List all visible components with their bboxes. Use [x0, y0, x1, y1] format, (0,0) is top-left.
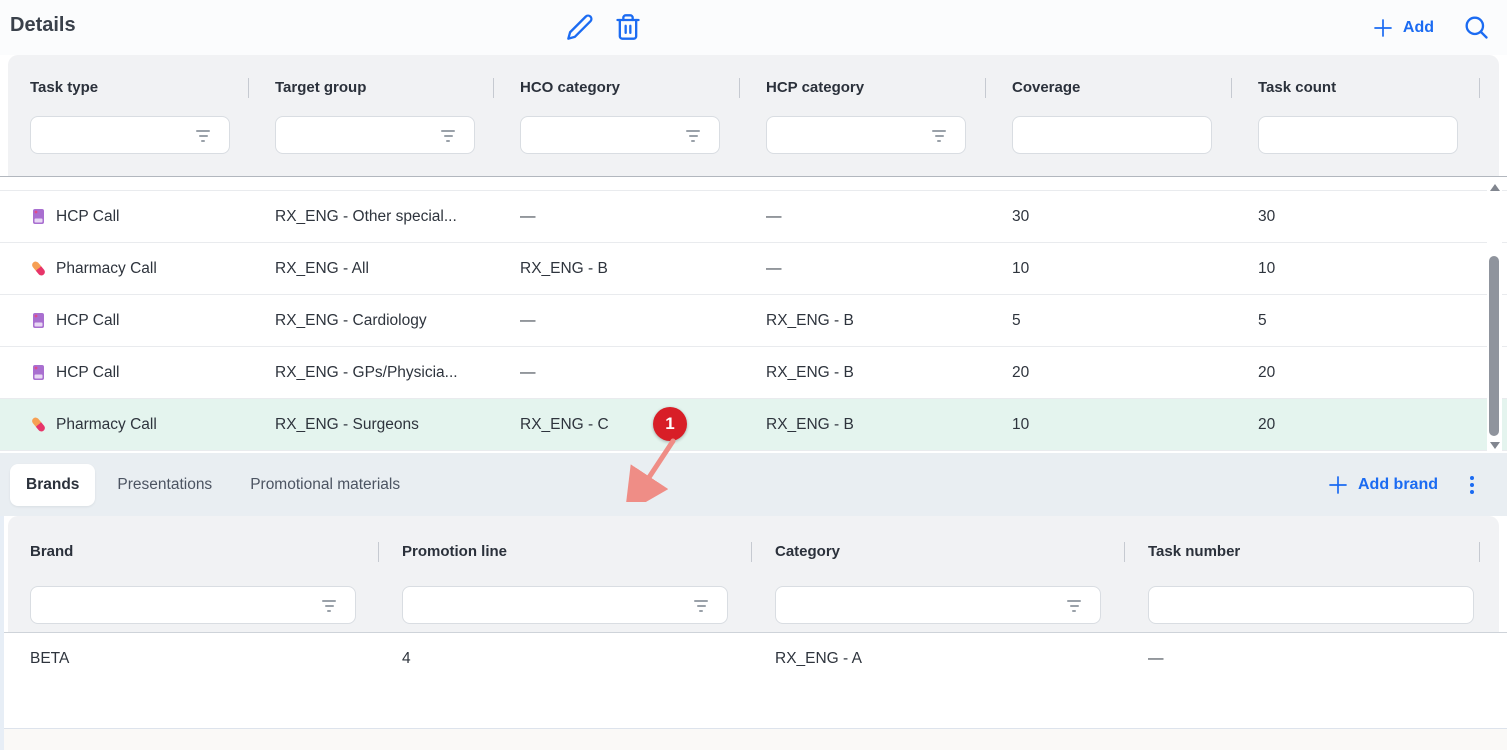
column-header-promotion-line: Promotion line: [402, 542, 775, 562]
scroll-down-arrow-icon[interactable]: [1490, 442, 1500, 449]
scroll-up-arrow-icon[interactable]: [1490, 184, 1500, 191]
column-header-task-type: Task type: [30, 78, 275, 98]
filter-icon[interactable]: [694, 600, 708, 612]
pencil-icon: [566, 29, 594, 44]
hcp-category-cell: —: [766, 260, 1012, 278]
column-header-hcp-category: HCP category: [766, 78, 1012, 98]
add-button[interactable]: Add: [1371, 0, 1434, 55]
tab-brands[interactable]: Brands: [10, 464, 95, 506]
column-header-task-number: Task number: [1148, 542, 1499, 562]
hcp-call-icon: [30, 208, 47, 225]
annotation-arrow-icon: [618, 436, 690, 502]
trash-icon: [614, 29, 642, 44]
target-group-cell: RX_ENG - Other special...: [275, 208, 520, 226]
bottom-strip: [0, 729, 1507, 750]
column-header-hco-category: HCO category: [520, 78, 766, 98]
hco-category-cell: —: [520, 364, 766, 382]
task-count-cell: 5: [1258, 312, 1487, 330]
page-title: Details: [10, 14, 76, 37]
column-header-task-count: Task count: [1258, 78, 1499, 98]
coverage-cell: 5: [1012, 312, 1258, 330]
table-row[interactable]: BETA 4 RX_ENG - A —: [0, 633, 1507, 685]
filter-input-task-number[interactable]: [1148, 586, 1474, 624]
filter-icon[interactable]: [441, 130, 455, 142]
search-icon: [1462, 29, 1490, 44]
hco-category-cell: RX_ENG - B: [520, 260, 766, 278]
coverage-cell: 10: [1012, 260, 1258, 278]
tab-promotional-materials[interactable]: Promotional materials: [234, 464, 416, 506]
task-type-label: Pharmacy Call: [56, 260, 157, 278]
hcp-category-cell: RX_ENG - B: [766, 312, 1012, 330]
filter-input-brand[interactable]: [30, 586, 356, 624]
table-row-selected[interactable]: Pharmacy Call RX_ENG - Surgeons RX_ENG -…: [0, 399, 1507, 451]
task-number-cell: —: [1148, 650, 1487, 668]
coverage-cell: 30: [1012, 208, 1258, 226]
table-row[interactable]: HCP Call RX_ENG - GPs/Physicia... — RX_E…: [0, 347, 1507, 399]
hcp-category-cell: RX_ENG - B: [766, 416, 1012, 434]
filter-icon[interactable]: [196, 130, 210, 142]
category-cell: RX_ENG - A: [775, 650, 1148, 668]
filter-icon[interactable]: [932, 130, 946, 142]
hco-category-cell: —: [520, 312, 766, 330]
vertical-scrollbar[interactable]: [1487, 178, 1502, 452]
details-header: Details Add: [0, 0, 1507, 55]
filter-icon[interactable]: [686, 130, 700, 142]
filter-input-task-count[interactable]: [1258, 116, 1458, 154]
task-type-label: HCP Call: [56, 208, 119, 226]
table-row[interactable]: HCP Call RX_ENG - Cardiology — RX_ENG - …: [0, 295, 1507, 347]
table-row-partial[interactable]: Pharmacy Call RX_ENG - All — —: [0, 177, 1507, 191]
target-group-cell: RX_ENG - All: [275, 260, 520, 278]
task-count-cell: 20: [1258, 416, 1487, 434]
plus-icon: [1326, 473, 1350, 497]
pharmacy-call-icon: [30, 260, 47, 277]
task-type-label: HCP Call: [56, 312, 119, 330]
tasks-table-body: Pharmacy Call RX_ENG - All — — HCP Call …: [0, 176, 1507, 453]
target-group-cell: RX_ENG - Surgeons: [275, 416, 520, 434]
target-group-cell: RX_ENG - Cardiology: [275, 312, 520, 330]
column-header-category: Category: [775, 542, 1148, 562]
left-edge-decoration: [0, 516, 4, 750]
plus-icon: [1371, 16, 1395, 40]
edit-button[interactable]: [566, 13, 594, 41]
hcp-call-icon: [30, 312, 47, 329]
add-brand-button[interactable]: Add brand: [1326, 453, 1438, 516]
coverage-cell: 20: [1012, 364, 1258, 382]
column-header-coverage: Coverage: [1012, 78, 1258, 98]
tasks-table-header: Task type Target group HCO category HCP …: [8, 55, 1499, 176]
pharmacy-call-icon: [30, 416, 47, 433]
hcp-category-cell: —: [766, 208, 1012, 226]
hco-category-cell: RX_ENG - C: [520, 416, 766, 434]
kebab-menu-button[interactable]: [1461, 469, 1483, 501]
task-type-label: Pharmacy Call: [56, 416, 157, 434]
target-group-cell: RX_ENG - GPs/Physicia...: [275, 364, 520, 382]
table-row[interactable]: HCP Call RX_ENG - Other special... — — 3…: [0, 191, 1507, 243]
filter-input-promotion-line[interactable]: [402, 586, 728, 624]
search-button[interactable]: [1462, 13, 1490, 41]
brands-table-body: BETA 4 RX_ENG - A —: [0, 632, 1507, 729]
filter-input-coverage[interactable]: [1012, 116, 1212, 154]
filter-icon[interactable]: [322, 600, 336, 612]
task-count-cell: 10: [1258, 260, 1487, 278]
filter-icon[interactable]: [1067, 600, 1081, 612]
brands-table-header: Brand Promotion line Category Task numbe…: [8, 516, 1499, 632]
promotion-line-cell: 4: [402, 650, 775, 668]
tab-presentations[interactable]: Presentations: [101, 464, 228, 506]
brand-cell: BETA: [30, 650, 402, 668]
column-header-target-group: Target group: [275, 78, 520, 98]
task-type-label: HCP Call: [56, 364, 119, 382]
delete-button[interactable]: [614, 13, 642, 41]
coverage-cell: 10: [1012, 416, 1258, 434]
add-button-label: Add: [1403, 19, 1434, 37]
task-count-cell: 30: [1258, 208, 1487, 226]
detail-tabs-bar: Brands Presentations Promotional materia…: [0, 453, 1507, 516]
table-row[interactable]: Pharmacy Call RX_ENG - All RX_ENG - B — …: [0, 243, 1507, 295]
column-header-brand: Brand: [30, 542, 402, 562]
scrollbar-thumb[interactable]: [1489, 256, 1499, 436]
hcp-call-icon: [30, 364, 47, 381]
hcp-category-cell: RX_ENG - B: [766, 364, 1012, 382]
add-brand-label: Add brand: [1358, 476, 1438, 494]
task-count-cell: 20: [1258, 364, 1487, 382]
filter-input-category[interactable]: [775, 586, 1101, 624]
hco-category-cell: —: [520, 208, 766, 226]
